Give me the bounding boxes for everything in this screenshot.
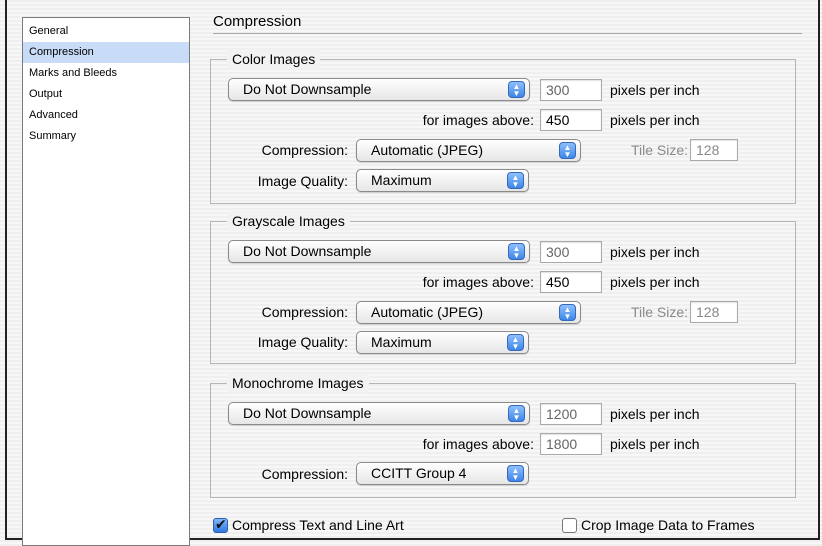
color-above-unit: pixels per inch xyxy=(610,112,700,128)
grayscale-compression-label: Compression: xyxy=(261,304,348,320)
popup-arrows-icon: ▲ ▼ xyxy=(507,172,524,189)
color-compression-label: Compression: xyxy=(261,142,348,158)
color-images-legend: Color Images xyxy=(227,49,321,69)
grayscale-above-label: for images above: xyxy=(422,274,534,290)
color-tile-size-label: Tile Size: xyxy=(630,142,688,158)
color-downsample-select[interactable]: Do Not Downsample ▲ ▼ xyxy=(228,78,530,101)
color-quality-value: Maximum xyxy=(371,172,432,188)
grayscale-downsample-select[interactable]: Do Not Downsample ▲ ▼ xyxy=(228,240,530,263)
grayscale-tile-size-field[interactable]: 128 xyxy=(690,301,738,323)
grayscale-ppi-unit: pixels per inch xyxy=(610,244,700,260)
color-ppi-field[interactable]: 300 xyxy=(540,79,602,101)
monochrome-compression-label: Compression: xyxy=(261,466,348,482)
sidebar-item-summary[interactable]: Summary xyxy=(23,126,189,147)
monochrome-images-legend: Monochrome Images xyxy=(227,373,369,393)
grayscale-above-field[interactable]: 450 xyxy=(540,271,602,293)
popup-arrows-icon: ▲ ▼ xyxy=(508,243,525,260)
popup-arrows-icon: ▲ ▼ xyxy=(508,405,525,422)
color-compression-select[interactable]: Automatic (JPEG) ▲ ▼ xyxy=(356,139,581,162)
monochrome-ppi-field[interactable]: 1200 xyxy=(540,403,602,425)
color-ppi-unit: pixels per inch xyxy=(610,82,700,98)
page-title: Compression xyxy=(213,13,302,30)
grayscale-above-unit: pixels per inch xyxy=(610,274,700,290)
popup-arrows-icon: ▲ ▼ xyxy=(508,81,525,98)
sidebar-item-marks-and-bleeds[interactable]: Marks and Bleeds xyxy=(23,63,189,84)
grayscale-compression-value: Automatic (JPEG) xyxy=(371,304,484,320)
popup-arrows-icon: ▲ ▼ xyxy=(507,334,524,351)
crop-image-label[interactable]: Crop Image Data to Frames xyxy=(581,516,755,534)
compress-text-label[interactable]: Compress Text and Line Art xyxy=(232,516,404,534)
color-quality-label: Image Quality: xyxy=(257,173,348,189)
grayscale-ppi-field[interactable]: 300 xyxy=(540,241,602,263)
color-above-label: for images above: xyxy=(422,112,534,128)
grayscale-compression-select[interactable]: Automatic (JPEG) ▲ ▼ xyxy=(356,301,581,324)
popup-arrows-icon: ▲ ▼ xyxy=(507,465,524,482)
color-downsample-value: Do Not Downsample xyxy=(243,81,372,97)
monochrome-above-field[interactable]: 1800 xyxy=(540,433,602,455)
grayscale-quality-label: Image Quality: xyxy=(257,334,348,350)
sidebar-item-output[interactable]: Output xyxy=(23,84,189,105)
monochrome-above-label: for images above: xyxy=(422,436,534,452)
compress-text-checkbox[interactable] xyxy=(213,516,228,533)
color-tile-size-field[interactable]: 128 xyxy=(690,139,738,161)
title-divider xyxy=(213,33,802,34)
sidebar-item-general[interactable]: General xyxy=(23,21,189,42)
grayscale-downsample-value: Do Not Downsample xyxy=(243,243,372,259)
sidebar-item-advanced[interactable]: Advanced xyxy=(23,105,189,126)
color-compression-value: Automatic (JPEG) xyxy=(371,142,484,158)
popup-arrows-icon: ▲ ▼ xyxy=(559,304,576,321)
grayscale-images-legend: Grayscale Images xyxy=(227,211,350,231)
monochrome-compression-value: CCITT Group 4 xyxy=(371,465,467,481)
monochrome-downsample-select[interactable]: Do Not Downsample ▲ ▼ xyxy=(228,402,530,425)
monochrome-ppi-unit: pixels per inch xyxy=(610,406,700,422)
grayscale-quality-value: Maximum xyxy=(371,334,432,350)
sidebar-item-compression[interactable]: Compression xyxy=(23,42,189,63)
monochrome-compression-select[interactable]: CCITT Group 4 ▲ ▼ xyxy=(356,462,529,485)
color-above-field[interactable]: 450 xyxy=(540,109,602,131)
crop-image-checkbox[interactable] xyxy=(562,518,577,533)
category-sidebar: General Compression Marks and Bleeds Out… xyxy=(22,17,190,546)
monochrome-above-unit: pixels per inch xyxy=(610,436,700,452)
grayscale-tile-size-label: Tile Size: xyxy=(630,304,688,320)
color-quality-select[interactable]: Maximum ▲ ▼ xyxy=(356,169,529,192)
grayscale-quality-select[interactable]: Maximum ▲ ▼ xyxy=(356,331,529,354)
monochrome-downsample-value: Do Not Downsample xyxy=(243,405,372,421)
popup-arrows-icon: ▲ ▼ xyxy=(559,142,576,159)
